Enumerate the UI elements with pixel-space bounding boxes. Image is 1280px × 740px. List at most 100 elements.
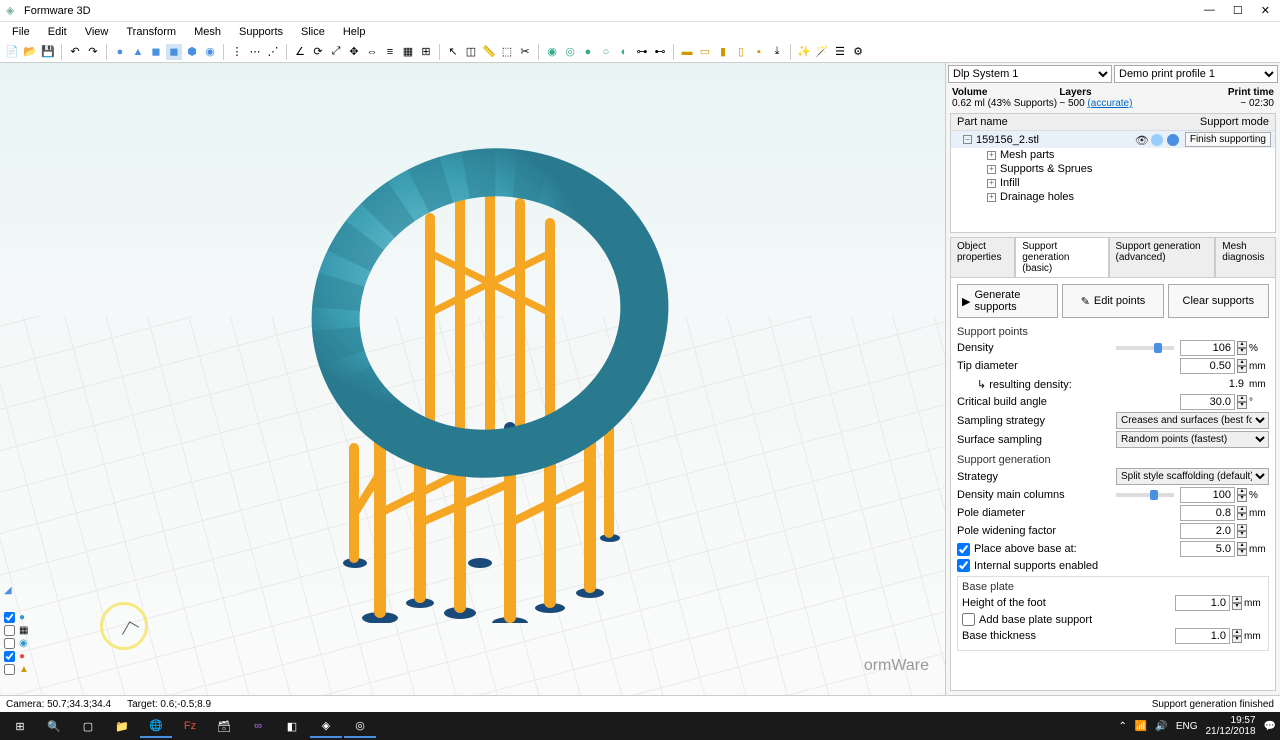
- tab-object-properties[interactable]: Object properties: [950, 237, 1015, 277]
- foot-input[interactable]: [1175, 595, 1230, 611]
- tray-notifications-icon[interactable]: 💬: [1264, 721, 1276, 732]
- menu-edit[interactable]: Edit: [40, 25, 75, 39]
- spin-down[interactable]: ▾: [1237, 495, 1247, 502]
- spin-down[interactable]: ▾: [1237, 513, 1247, 520]
- viewport-3d[interactable]: ◢ ● ▦ ◉ ● ▲ ormWare: [0, 63, 945, 695]
- spin-up[interactable]: ▴: [1232, 596, 1242, 603]
- slice5-icon[interactable]: ▪: [751, 44, 767, 60]
- collapse-icon[interactable]: −: [963, 135, 972, 144]
- spin-up[interactable]: ▴: [1237, 395, 1247, 402]
- angle-icon[interactable]: ∠: [292, 44, 308, 60]
- tray-clock[interactable]: 19:5721/12/2018: [1205, 715, 1255, 737]
- tray-wifi-icon[interactable]: 📶: [1135, 721, 1147, 732]
- info-icon[interactable]: [1151, 134, 1163, 146]
- expand-icon[interactable]: +: [987, 179, 996, 188]
- support4-icon[interactable]: ○: [598, 44, 614, 60]
- select-icon[interactable]: ↖: [445, 44, 461, 60]
- cube-icon[interactable]: ◼: [148, 44, 164, 60]
- widen-input[interactable]: [1180, 523, 1235, 539]
- support3-icon[interactable]: ●: [580, 44, 596, 60]
- menu-help[interactable]: Help: [335, 25, 374, 39]
- tray-chevron-icon[interactable]: ⌃: [1119, 721, 1127, 732]
- generate-supports-button[interactable]: ▶Generate supports: [957, 284, 1058, 318]
- dot-icon[interactable]: [1167, 134, 1179, 146]
- edit-points-button[interactable]: ✎Edit points: [1062, 284, 1163, 318]
- tray-volume-icon[interactable]: 🔊: [1155, 721, 1167, 732]
- spin-down[interactable]: ▾: [1232, 603, 1242, 610]
- expand-icon[interactable]: +: [987, 151, 996, 160]
- spin-up[interactable]: ▴: [1237, 524, 1247, 531]
- settings-icon[interactable]: ⚙: [850, 44, 866, 60]
- tab-mesh-diagnosis[interactable]: Mesh diagnosis: [1215, 237, 1276, 277]
- menu-transform[interactable]: Transform: [118, 25, 184, 39]
- angle-input[interactable]: [1180, 394, 1235, 410]
- new-icon[interactable]: 📄: [4, 44, 20, 60]
- measure-icon[interactable]: 📏: [481, 44, 497, 60]
- app-icon[interactable]: 🗃: [208, 714, 240, 738]
- sphere-icon[interactable]: ●: [112, 44, 128, 60]
- save-icon[interactable]: 💾: [40, 44, 56, 60]
- visibility-icon[interactable]: 👁: [1135, 134, 1147, 146]
- densmain-slider[interactable]: [1116, 493, 1174, 497]
- toggle-points[interactable]: [4, 651, 15, 662]
- tree-item[interactable]: +Infill: [975, 176, 1275, 190]
- sampling-select[interactable]: Creases and surfaces (best for normal mo…: [1116, 412, 1269, 429]
- spin-up[interactable]: ▴: [1237, 506, 1247, 513]
- part-color-icon[interactable]: ◢: [4, 585, 12, 596]
- menu-view[interactable]: View: [77, 25, 117, 39]
- scale-icon[interactable]: ⤢: [328, 44, 344, 60]
- slice2-icon[interactable]: ▭: [697, 44, 713, 60]
- close-button[interactable]: ✕: [1261, 4, 1270, 17]
- expand-icon[interactable]: +: [987, 165, 996, 174]
- above-input[interactable]: [1180, 541, 1235, 557]
- move-icon[interactable]: ✥: [346, 44, 362, 60]
- vs-icon[interactable]: ∞: [242, 714, 274, 738]
- surface-select[interactable]: Random points (fastest): [1116, 431, 1269, 448]
- tip-input[interactable]: [1180, 358, 1235, 374]
- density-slider[interactable]: [1116, 346, 1174, 350]
- export-icon[interactable]: ⤓: [769, 44, 785, 60]
- search-button[interactable]: 🔍: [38, 714, 70, 738]
- spin-up[interactable]: ▴: [1237, 359, 1247, 366]
- points3-icon[interactable]: ⋰: [265, 44, 281, 60]
- addbase-checkbox[interactable]: [962, 613, 975, 626]
- toggle-shading[interactable]: [4, 612, 15, 623]
- clear-supports-button[interactable]: Clear supports: [1168, 284, 1269, 318]
- spin-down[interactable]: ▾: [1237, 531, 1247, 538]
- array-icon[interactable]: ⊞: [418, 44, 434, 60]
- maximize-button[interactable]: ☐: [1233, 4, 1243, 17]
- profile-select[interactable]: Demo print profile 1: [1114, 65, 1278, 83]
- points1-icon[interactable]: ⋮: [229, 44, 245, 60]
- spin-up[interactable]: ▴: [1237, 341, 1247, 348]
- rotate-icon[interactable]: ⟳: [310, 44, 326, 60]
- align-icon[interactable]: ≡: [382, 44, 398, 60]
- spin-down[interactable]: ▾: [1232, 636, 1242, 643]
- mirror-icon[interactable]: ⇔: [364, 44, 380, 60]
- menu-mesh[interactable]: Mesh: [186, 25, 229, 39]
- tab-support-advanced[interactable]: Support generation (advanced): [1109, 237, 1216, 277]
- menu-slice[interactable]: Slice: [293, 25, 333, 39]
- points2-icon[interactable]: ⋯: [247, 44, 263, 60]
- wand-icon[interactable]: 🪄: [814, 44, 830, 60]
- spin-up[interactable]: ▴: [1237, 542, 1247, 549]
- pole-input[interactable]: [1180, 505, 1235, 521]
- cylinder-icon[interactable]: ⬢: [184, 44, 200, 60]
- densmain-input[interactable]: [1180, 487, 1235, 503]
- tree-item[interactable]: +Drainage holes: [975, 190, 1275, 204]
- slice4-icon[interactable]: ▯: [733, 44, 749, 60]
- expand-icon[interactable]: +: [987, 193, 996, 202]
- link-icon[interactable]: ⊶: [634, 44, 650, 60]
- grid-icon[interactable]: ▦: [400, 44, 416, 60]
- start-button[interactable]: ⊞: [4, 714, 36, 738]
- toggle-grid[interactable]: [4, 625, 15, 636]
- spin-down[interactable]: ▾: [1237, 549, 1247, 556]
- menu-supports[interactable]: Supports: [231, 25, 291, 39]
- cut-icon[interactable]: ✂: [517, 44, 533, 60]
- undo-icon[interactable]: ↶: [67, 44, 83, 60]
- unlink-icon[interactable]: ⊷: [652, 44, 668, 60]
- torus-icon[interactable]: ◉: [202, 44, 218, 60]
- open-icon[interactable]: 📂: [22, 44, 38, 60]
- layers-icon[interactable]: ☰: [832, 44, 848, 60]
- support5-icon[interactable]: ◐: [616, 44, 632, 60]
- support2-icon[interactable]: ◎: [562, 44, 578, 60]
